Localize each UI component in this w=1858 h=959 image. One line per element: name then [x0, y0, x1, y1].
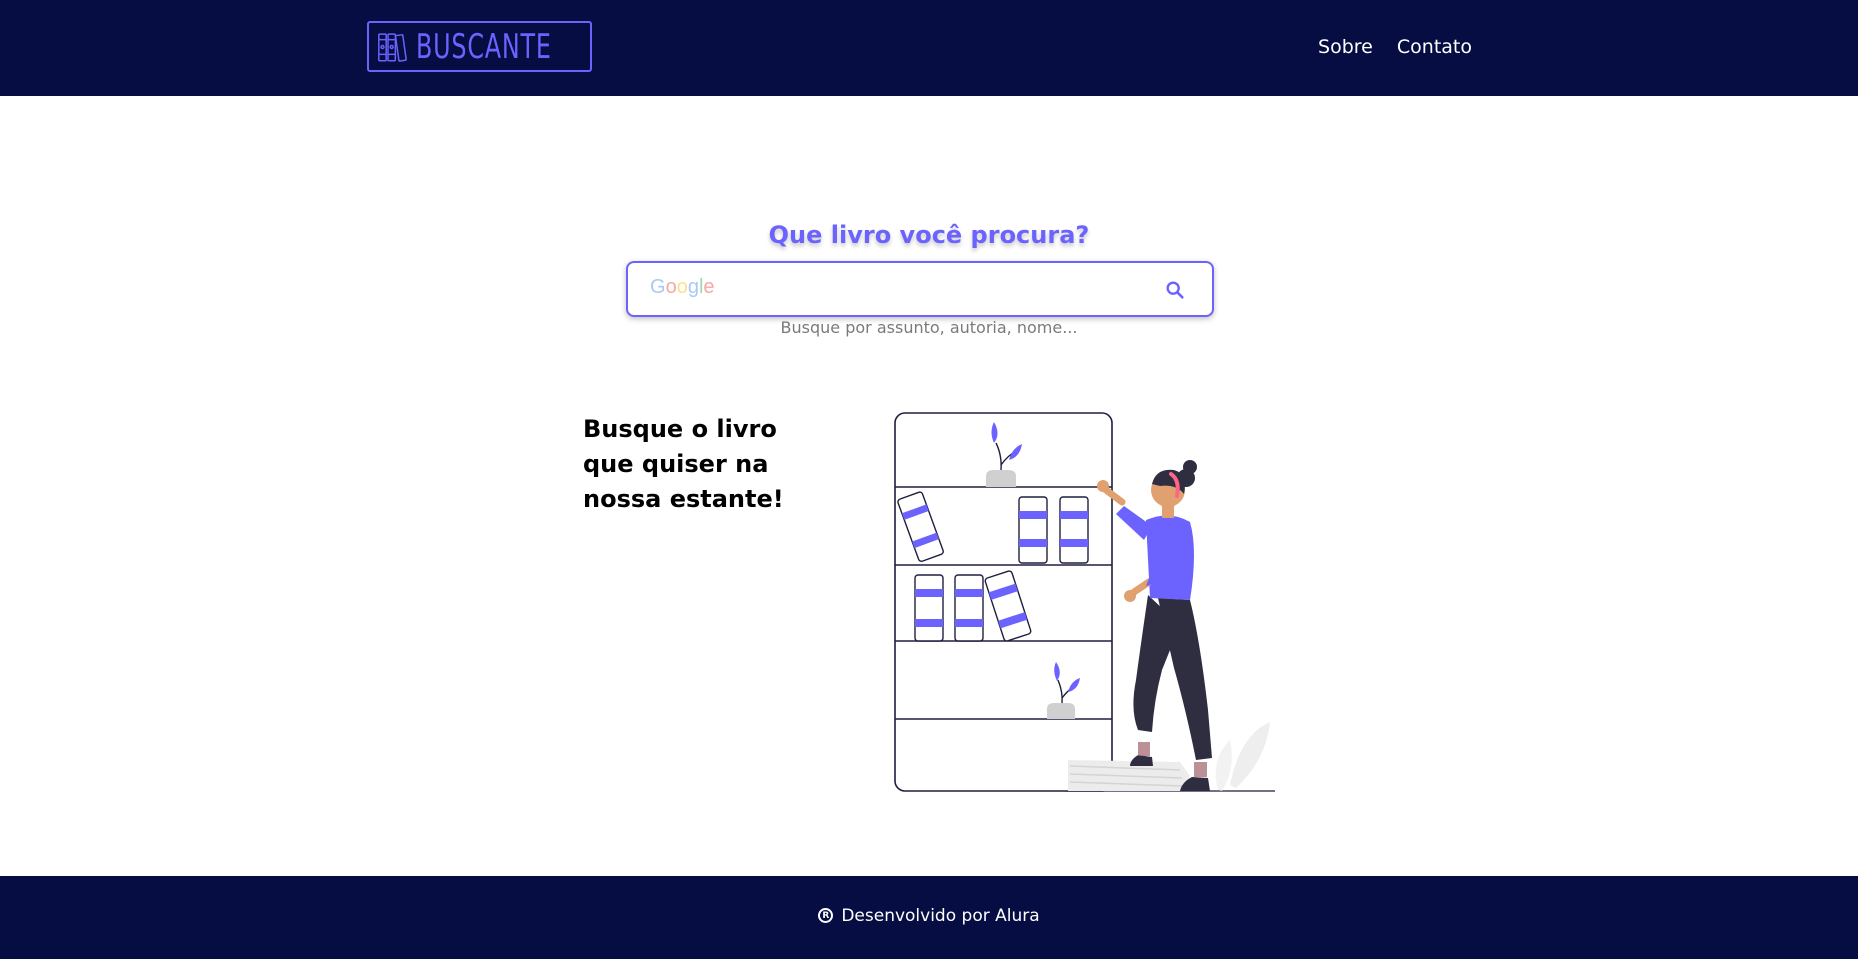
search-box: Google [626, 261, 1214, 317]
hero-tagline: Busque o livro que quiser na nossa estan… [583, 412, 803, 517]
nav-link-sobre[interactable]: Sobre [1318, 36, 1373, 58]
search-icon[interactable] [1164, 279, 1186, 301]
bookshelf-illustration [894, 412, 1275, 792]
top-nav: Sobre Contato [1318, 36, 1472, 58]
tagline-line: nossa estante! [583, 485, 784, 513]
search-input[interactable] [648, 273, 1128, 307]
tagline-line: Busque o livro [583, 415, 777, 443]
footer-content: R Desenvolvido por Alura [818, 905, 1040, 926]
registered-icon: R [818, 908, 834, 923]
top-header: BUSCANTE Sobre Contato [0, 0, 1858, 96]
logo-text: BUSCANTE [416, 26, 552, 67]
search-title: Que livro você procura? [768, 221, 1090, 249]
tagline-line: que quiser na [583, 450, 769, 478]
footer-text: Desenvolvido por Alura [841, 905, 1040, 926]
page-footer: R Desenvolvido por Alura [0, 876, 1858, 959]
search-hint: Busque por assunto, autoria, nome... [780, 318, 1078, 337]
books-icon [378, 32, 407, 62]
logo[interactable]: BUSCANTE [367, 21, 592, 72]
nav-link-contato[interactable]: Contato [1397, 36, 1472, 58]
